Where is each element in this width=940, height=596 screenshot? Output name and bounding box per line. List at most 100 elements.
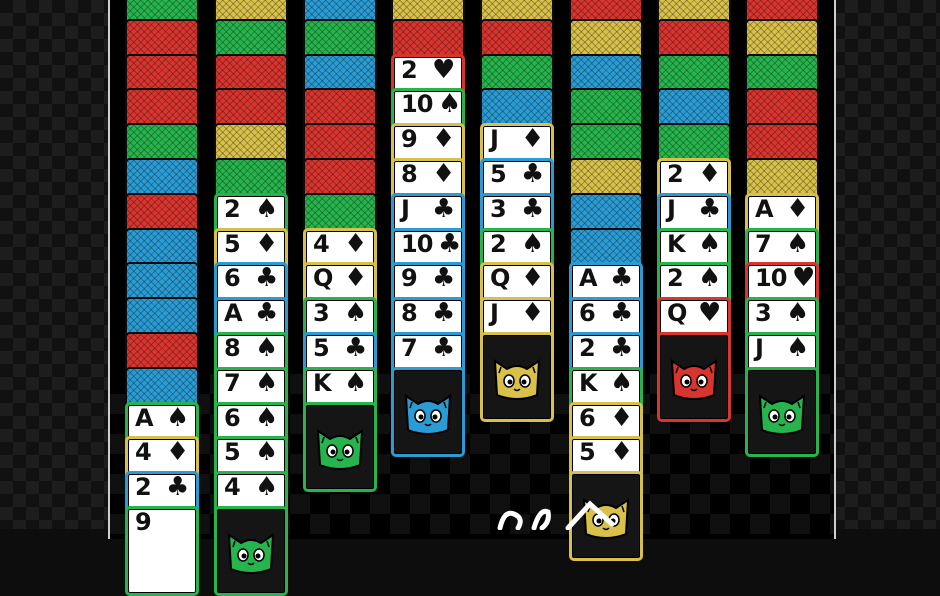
card-suit: ♦ bbox=[610, 437, 634, 468]
card-suit: ♣ bbox=[432, 298, 456, 329]
card-rank: 5 bbox=[224, 438, 241, 467]
card-rank: 7 bbox=[224, 368, 241, 397]
card-rank: 10 bbox=[401, 229, 433, 258]
card-suit: ♦ bbox=[166, 437, 190, 468]
card-rank: 9 bbox=[135, 508, 152, 536]
card-suit: ♦ bbox=[786, 193, 810, 224]
card-rank: 10 bbox=[401, 90, 433, 119]
card-rank: J bbox=[490, 125, 499, 154]
card-suit: ♥ bbox=[432, 54, 456, 85]
card-suit: ♣ bbox=[255, 263, 279, 294]
card-suit: ♣ bbox=[610, 333, 634, 363]
card-suit: ♠ bbox=[521, 228, 545, 259]
card-suit: ♦ bbox=[521, 263, 545, 294]
card-rank: 6 bbox=[579, 299, 596, 328]
card-rank: 2 bbox=[579, 334, 596, 362]
card-rank: 8 bbox=[401, 160, 418, 188]
card-rank: 2 bbox=[667, 160, 684, 188]
card-rank: K bbox=[667, 229, 686, 258]
cat-face-icon bbox=[316, 428, 364, 470]
card-rank: A bbox=[135, 403, 154, 432]
card-suit: ♠ bbox=[255, 437, 279, 468]
card-suit: ♦ bbox=[610, 402, 634, 433]
card-suit: ♠ bbox=[344, 367, 368, 398]
card-suit: ♠ bbox=[344, 298, 368, 329]
card-rank: 2 bbox=[490, 229, 507, 258]
card-suit: ♣ bbox=[521, 159, 545, 189]
card-rank: A bbox=[579, 264, 598, 293]
card-suit: ♠ bbox=[698, 228, 722, 259]
cat-card[interactable] bbox=[214, 506, 288, 596]
card-rank: J bbox=[755, 334, 764, 362]
card-rank: 6 bbox=[224, 264, 241, 293]
card-rank: K bbox=[313, 368, 332, 397]
card-rank: K bbox=[579, 368, 598, 397]
cat-face-icon bbox=[227, 533, 275, 574]
card-rank: 5 bbox=[579, 438, 596, 467]
card-rank: 7 bbox=[755, 229, 772, 258]
card-rank: 2 bbox=[667, 264, 684, 293]
card-suit: ♣ bbox=[610, 298, 634, 329]
card-suit: ♥ bbox=[792, 263, 816, 294]
card-suit: ♣ bbox=[344, 333, 368, 363]
card-suit: ♠ bbox=[786, 228, 810, 259]
card-suit: ♣ bbox=[166, 472, 190, 503]
card-suit: ♠ bbox=[255, 193, 279, 224]
card-suit: ♠ bbox=[166, 402, 190, 433]
card-suit: ♠ bbox=[786, 333, 810, 363]
card-rank: 2 bbox=[224, 194, 241, 223]
card-suit: ♣ bbox=[610, 263, 634, 294]
card-rank: 2 bbox=[401, 55, 418, 84]
game-logo bbox=[497, 500, 615, 530]
card-suit: ♣ bbox=[255, 298, 279, 329]
card-suit: ♠ bbox=[610, 367, 634, 398]
game-board: A ♠ 4 ♦ 2 ♣ 9 2 ♠ 5 ♦ 6 ♣ A ♣ 8 ♠ 7 ♠ 6 ♠ 5 ♠ 4 ♠ 4 ♦ Q ♦ 3 ♠ 5 ♣ K ♠ 2 ♥ 10 ♠… bbox=[108, 0, 836, 596]
card-rank: 5 bbox=[313, 334, 330, 362]
card-rank: 8 bbox=[401, 299, 418, 328]
card-rank: Q bbox=[313, 264, 333, 293]
card-suit: ♥ bbox=[698, 298, 722, 329]
card-suit: ♦ bbox=[698, 159, 722, 189]
card-rank: 3 bbox=[490, 194, 507, 223]
card-rank: A bbox=[755, 194, 774, 223]
card-suit: ♦ bbox=[521, 298, 545, 329]
card-rank: 7 bbox=[401, 334, 418, 362]
card-rank: J bbox=[490, 299, 499, 328]
card-rank: 4 bbox=[313, 229, 330, 258]
card-rank: 5 bbox=[490, 160, 507, 188]
cat-face-icon bbox=[670, 359, 718, 400]
card-suit: ♦ bbox=[432, 159, 456, 189]
card-rank: A bbox=[224, 299, 243, 328]
card-suit: ♠ bbox=[255, 402, 279, 433]
card-rank: 6 bbox=[579, 403, 596, 432]
card-rank: 4 bbox=[135, 438, 152, 467]
card-suit: ♦ bbox=[344, 228, 368, 259]
card-rank: 3 bbox=[755, 299, 772, 328]
cat-card[interactable] bbox=[303, 401, 377, 492]
cat-card[interactable] bbox=[391, 366, 465, 457]
card-rank: 9 bbox=[401, 125, 418, 154]
card-suit: ♣ bbox=[698, 193, 722, 224]
card-suit: ♣ bbox=[432, 333, 456, 363]
card-rank: 8 bbox=[224, 334, 241, 362]
cat-face-icon bbox=[404, 393, 452, 435]
card-suit: ♠ bbox=[698, 263, 722, 294]
card-suit: ♠ bbox=[255, 367, 279, 398]
cat-card[interactable] bbox=[657, 332, 731, 422]
cat-card[interactable] bbox=[745, 366, 819, 457]
card-suit: ♣ bbox=[432, 263, 456, 294]
card-rank: 9 bbox=[401, 264, 418, 293]
card-suit: ♣ bbox=[438, 228, 462, 259]
card-rank: 4 bbox=[224, 473, 241, 502]
cat-face-icon bbox=[493, 359, 541, 400]
cat-card[interactable] bbox=[480, 332, 554, 422]
card-suit: ♦ bbox=[344, 263, 368, 294]
playing-card[interactable]: 9 bbox=[125, 506, 199, 596]
card-rank: 2 bbox=[135, 473, 152, 502]
card-suit: ♦ bbox=[521, 124, 545, 155]
card-suit: ♠ bbox=[786, 298, 810, 329]
card-rank: 5 bbox=[224, 229, 241, 258]
card-suit: ♠ bbox=[255, 333, 279, 363]
card-suit: ♠ bbox=[255, 472, 279, 503]
card-rank: Q bbox=[490, 264, 510, 293]
